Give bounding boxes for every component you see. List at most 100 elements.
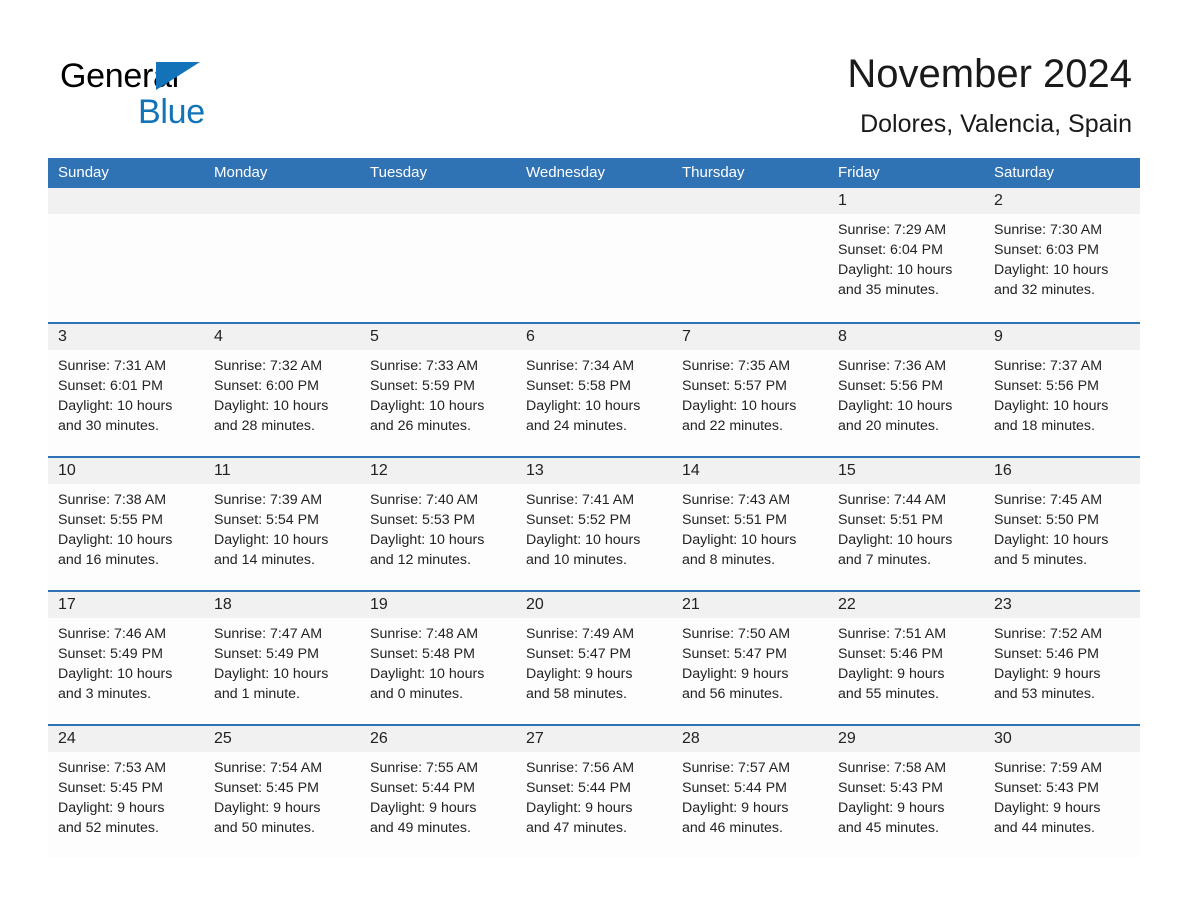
sunset-text: Sunset: 5:44 PM	[682, 780, 787, 796]
sunrise-text: Sunrise: 7:52 AM	[994, 626, 1103, 642]
daylight-text-line1: Daylight: 10 hours	[838, 398, 953, 414]
day-number-band: 1	[828, 188, 984, 214]
sunrise-text: Sunrise: 7:44 AM	[838, 492, 947, 508]
day-number: 11	[214, 462, 231, 479]
day-cell-16[interactable]: 16 Sunrise: 7:45 AM Sunset: 5:50 PM Dayligh…	[984, 458, 1140, 590]
day-details: Sunrise: 7:46 AM Sunset: 5:49 PM Daylight:…	[48, 618, 204, 704]
sunrise-text: Sunrise: 7:35 AM	[682, 358, 791, 374]
day-cell-2[interactable]: 2 Sunrise: 7:30 AM Sunset: 6:03 PM Daylight…	[984, 188, 1140, 322]
sunset-text: Sunset: 5:43 PM	[838, 780, 943, 796]
day-details: Sunrise: 7:47 AM Sunset: 5:49 PM Daylight:…	[204, 618, 360, 704]
daylight-text-line2: and 20 minutes.	[838, 418, 939, 434]
day-number-band: 18	[204, 592, 360, 618]
day-number-band	[360, 188, 516, 214]
day-details: Sunrise: 7:55 AM Sunset: 5:44 PM Daylight:…	[360, 752, 516, 838]
sunrise-text: Sunrise: 7:51 AM	[838, 626, 947, 642]
day-details: Sunrise: 7:59 AM Sunset: 5:43 PM Daylight:…	[984, 752, 1140, 838]
day-cell-23[interactable]: 23 Sunrise: 7:52 AM Sunset: 5:46 PM Dayligh…	[984, 592, 1140, 724]
day-number: 27	[526, 730, 544, 747]
daylight-text-line2: and 3 minutes.	[58, 686, 152, 702]
day-cell-18[interactable]: 18 Sunrise: 7:47 AM Sunset: 5:49 PM Dayligh…	[204, 592, 360, 724]
day-cell-13[interactable]: 13 Sunrise: 7:41 AM Sunset: 5:52 PM Dayligh…	[516, 458, 672, 590]
sunset-text: Sunset: 5:48 PM	[370, 646, 475, 662]
sunset-text: Sunset: 5:43 PM	[994, 780, 1099, 796]
daylight-text-line1: Daylight: 10 hours	[370, 532, 485, 548]
sunset-text: Sunset: 5:56 PM	[994, 378, 1099, 394]
day-cell-1[interactable]: 1 Sunrise: 7:29 AM Sunset: 6:04 PM Daylight…	[828, 188, 984, 322]
day-number-band: 16	[984, 458, 1140, 484]
day-details: Sunrise: 7:50 AM Sunset: 5:47 PM Daylight:…	[672, 618, 828, 704]
day-number: 21	[682, 596, 700, 613]
sunrise-text: Sunrise: 7:59 AM	[994, 760, 1103, 776]
day-number-band: 30	[984, 726, 1140, 752]
day-cell-27[interactable]: 27 Sunrise: 7:56 AM Sunset: 5:44 PM Dayligh…	[516, 726, 672, 858]
day-cell-25[interactable]: 25 Sunrise: 7:54 AM Sunset: 5:45 PM Dayligh…	[204, 726, 360, 858]
daylight-text-line1: Daylight: 10 hours	[682, 398, 797, 414]
daylight-text-line1: Daylight: 10 hours	[370, 398, 485, 414]
day-cell-6[interactable]: 6 Sunrise: 7:34 AM Sunset: 5:58 PM Daylight…	[516, 324, 672, 456]
daylight-text-line1: Daylight: 9 hours	[214, 800, 321, 816]
day-cell-22[interactable]: 22 Sunrise: 7:51 AM Sunset: 5:46 PM Dayligh…	[828, 592, 984, 724]
daylight-text-line2: and 18 minutes.	[994, 418, 1095, 434]
weekday-header-saturday: Saturday	[994, 164, 1055, 181]
day-cell-7[interactable]: 7 Sunrise: 7:35 AM Sunset: 5:57 PM Daylight…	[672, 324, 828, 456]
day-cell-17[interactable]: 17 Sunrise: 7:46 AM Sunset: 5:49 PM Dayligh…	[48, 592, 204, 724]
calendar-grid: Sunday Monday Tuesday Wednesday Thursday Frid…	[48, 158, 1140, 858]
day-number-band: 4	[204, 324, 360, 350]
day-number: 19	[370, 596, 388, 613]
daylight-text-line1: Daylight: 10 hours	[526, 532, 641, 548]
day-cell-15[interactable]: 15 Sunrise: 7:44 AM Sunset: 5:51 PM Dayligh…	[828, 458, 984, 590]
daylight-text-line1: Daylight: 9 hours	[526, 800, 633, 816]
day-number: 28	[682, 730, 700, 747]
day-cell-10[interactable]: 10 Sunrise: 7:38 AM Sunset: 5:55 PM Dayligh…	[48, 458, 204, 590]
daylight-text-line2: and 24 minutes.	[526, 418, 627, 434]
day-cell-14[interactable]: 14 Sunrise: 7:43 AM Sunset: 5:51 PM Dayligh…	[672, 458, 828, 590]
day-number-band: 19	[360, 592, 516, 618]
daylight-text-line2: and 35 minutes.	[838, 282, 939, 298]
day-details: Sunrise: 7:34 AM Sunset: 5:58 PM Daylight:…	[516, 350, 672, 436]
sunrise-text: Sunrise: 7:32 AM	[214, 358, 323, 374]
day-cell-19[interactable]: 19 Sunrise: 7:48 AM Sunset: 5:48 PM Dayligh…	[360, 592, 516, 724]
day-cell-26[interactable]: 26 Sunrise: 7:55 AM Sunset: 5:44 PM Dayligh…	[360, 726, 516, 858]
day-details: Sunrise: 7:43 AM Sunset: 5:51 PM Daylight:…	[672, 484, 828, 570]
day-number: 2	[994, 192, 1003, 209]
day-cell-30[interactable]: 30 Sunrise: 7:59 AM Sunset: 5:43 PM Dayligh…	[984, 726, 1140, 858]
day-number: 16	[994, 462, 1012, 479]
day-cell-3[interactable]: 3 Sunrise: 7:31 AM Sunset: 6:01 PM Daylight…	[48, 324, 204, 456]
daylight-text-line1: Daylight: 10 hours	[214, 398, 329, 414]
daylight-text-line1: Daylight: 10 hours	[58, 398, 173, 414]
day-cell-5[interactable]: 5 Sunrise: 7:33 AM Sunset: 5:59 PM Daylight…	[360, 324, 516, 456]
calendar-week-row: 3 Sunrise: 7:31 AM Sunset: 6:01 PM Daylight…	[48, 322, 1140, 456]
daylight-text-line1: Daylight: 9 hours	[58, 800, 165, 816]
day-details: Sunrise: 7:44 AM Sunset: 5:51 PM Daylight:…	[828, 484, 984, 570]
daylight-text-line2: and 56 minutes.	[682, 686, 783, 702]
day-cell-24[interactable]: 24 Sunrise: 7:53 AM Sunset: 5:45 PM Dayligh…	[48, 726, 204, 858]
day-details: Sunrise: 7:32 AM Sunset: 6:00 PM Daylight:…	[204, 350, 360, 436]
daylight-text-line1: Daylight: 10 hours	[994, 532, 1109, 548]
sunset-text: Sunset: 5:44 PM	[526, 780, 631, 796]
day-number-band	[516, 188, 672, 214]
daylight-text-line2: and 8 minutes.	[682, 552, 776, 568]
day-details: Sunrise: 7:31 AM Sunset: 6:01 PM Daylight:…	[48, 350, 204, 436]
daylight-text-line1: Daylight: 9 hours	[994, 800, 1101, 816]
day-cell-11[interactable]: 11 Sunrise: 7:39 AM Sunset: 5:54 PM Dayligh…	[204, 458, 360, 590]
day-cell-9[interactable]: 9 Sunrise: 7:37 AM Sunset: 5:56 PM Daylight…	[984, 324, 1140, 456]
day-cell-20[interactable]: 20 Sunrise: 7:49 AM Sunset: 5:47 PM Dayligh…	[516, 592, 672, 724]
day-cell-12[interactable]: 12 Sunrise: 7:40 AM Sunset: 5:53 PM Dayligh…	[360, 458, 516, 590]
day-number: 18	[214, 596, 232, 613]
day-cell-21[interactable]: 21 Sunrise: 7:50 AM Sunset: 5:47 PM Dayligh…	[672, 592, 828, 724]
day-details	[204, 214, 360, 220]
day-details: Sunrise: 7:51 AM Sunset: 5:46 PM Daylight:…	[828, 618, 984, 704]
weekday-header-row: Sunday Monday Tuesday Wednesday Thursday Frid…	[48, 158, 1140, 188]
daylight-text-line2: and 50 minutes.	[214, 820, 315, 836]
day-cell-28[interactable]: 28 Sunrise: 7:57 AM Sunset: 5:44 PM Dayligh…	[672, 726, 828, 858]
day-cell-8[interactable]: 8 Sunrise: 7:36 AM Sunset: 5:56 PM Daylight…	[828, 324, 984, 456]
day-cell-4[interactable]: 4 Sunrise: 7:32 AM Sunset: 6:00 PM Daylight…	[204, 324, 360, 456]
day-cell-empty	[360, 188, 516, 322]
day-number-band: 29	[828, 726, 984, 752]
sunset-text: Sunset: 5:55 PM	[58, 512, 163, 528]
daylight-text-line2: and 14 minutes.	[214, 552, 315, 568]
day-cell-29[interactable]: 29 Sunrise: 7:58 AM Sunset: 5:43 PM Dayligh…	[828, 726, 984, 858]
day-number-band: 25	[204, 726, 360, 752]
sunset-text: Sunset: 5:49 PM	[58, 646, 163, 662]
